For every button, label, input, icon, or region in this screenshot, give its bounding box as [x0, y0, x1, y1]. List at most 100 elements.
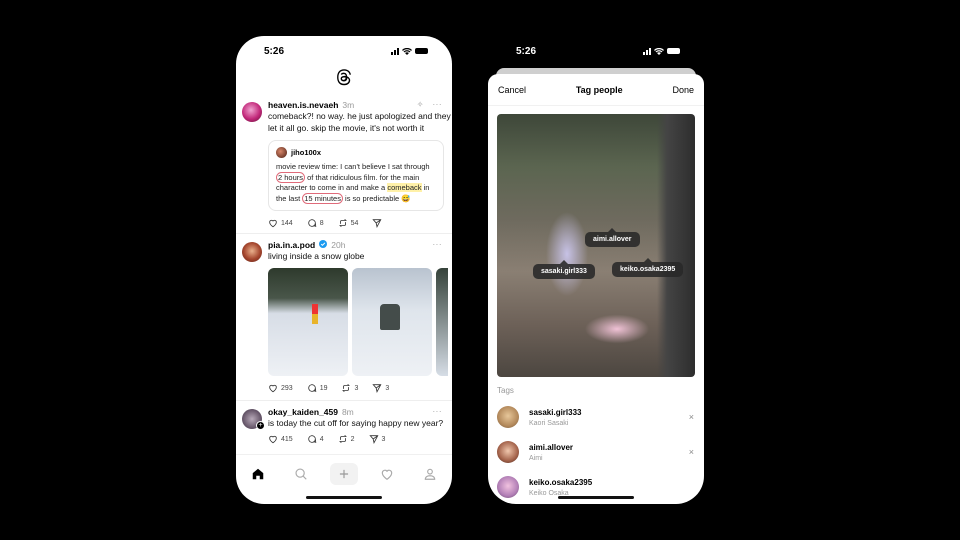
- verified-badge-icon: [319, 240, 328, 248]
- threads-feed-phone: 5:26 heaven.is.nevaeh 3m ✧ ··· comeback?…: [236, 36, 452, 504]
- heart-icon: [381, 469, 393, 480]
- quoted-post[interactable]: jiho100x movie review time: I can't beli…: [268, 140, 444, 211]
- post-time: 20h: [331, 240, 346, 250]
- post-actions: 293 19 3 3: [268, 383, 452, 393]
- post-username[interactable]: heaven.is.nevaeh: [268, 100, 338, 110]
- post-image-forest[interactable]: [436, 268, 448, 376]
- comment-icon: [307, 219, 316, 227]
- follow-plus-icon[interactable]: +: [256, 421, 265, 430]
- threads-logo-icon[interactable]: [335, 68, 353, 86]
- tag-username: aimi.allover: [529, 442, 574, 452]
- more-options-icon[interactable]: ···: [433, 407, 443, 416]
- post-header: heaven.is.nevaeh 3m: [268, 100, 452, 110]
- share-button[interactable]: 3: [368, 434, 386, 444]
- remove-tag-icon[interactable]: ×: [689, 412, 694, 422]
- done-button[interactable]: Done: [672, 85, 694, 95]
- share-count: 3: [381, 435, 386, 443]
- profile-icon: [425, 468, 436, 480]
- post-text: living inside a snow globe: [268, 251, 365, 261]
- share-count: 3: [385, 384, 390, 392]
- avatar: [497, 476, 519, 498]
- quoted-username[interactable]: jiho100x: [291, 148, 321, 157]
- plus-icon: [339, 469, 349, 478]
- tag-full-name: Aimi: [529, 454, 543, 462]
- feed-post[interactable]: pia.in.a.pod 20h ··· living inside a sno…: [236, 240, 452, 393]
- image-carousel[interactable]: [268, 268, 452, 376]
- photo-tag-chip[interactable]: aimi.allover: [585, 228, 640, 247]
- reply-count: 19: [319, 384, 328, 392]
- tab-create[interactable]: [329, 462, 358, 485]
- signal-icon: [643, 47, 651, 55]
- send-icon: [372, 384, 382, 393]
- feed-post[interactable]: heaven.is.nevaeh 3m ✧ ··· comeback?! no …: [236, 100, 452, 228]
- reply-count: 4: [319, 435, 324, 443]
- repost-icon: [338, 434, 347, 444]
- quoted-text: movie review time: I can't believe I sat…: [276, 162, 436, 204]
- repost-count: 3: [354, 384, 359, 392]
- post-image-snow-cannon[interactable]: [352, 268, 432, 376]
- tag-list-item[interactable]: aimi.allover Aimi ×: [497, 435, 694, 469]
- more-options-icon[interactable]: ···: [433, 100, 443, 109]
- repost-button[interactable]: 2: [338, 434, 355, 444]
- search-icon: [295, 467, 307, 480]
- like-count: 293: [281, 384, 293, 392]
- feed-post[interactable]: + okay_kaiden_459 8m ··· is today the cu…: [236, 407, 452, 444]
- send-icon: [368, 435, 378, 444]
- tag-info: keiko.osaka2395 Keiko Osaka: [529, 478, 592, 497]
- post-username[interactable]: pia.in.a.pod: [268, 240, 315, 250]
- tag-info: sasaki.girl333 Kaori Sasaki: [529, 408, 581, 427]
- like-button[interactable]: 144: [268, 218, 293, 228]
- post-time: 8m: [341, 407, 354, 417]
- repost-button[interactable]: 3: [341, 383, 358, 393]
- share-button[interactable]: 3: [372, 383, 389, 393]
- sheet-header: Cancel Tag people Done: [488, 74, 704, 106]
- post-text: comeback?! no way. he just apologized an…: [268, 111, 451, 133]
- wifi-icon: [402, 47, 412, 55]
- photo-tag-chip[interactable]: keiko.osaka2395: [612, 258, 684, 277]
- avatar: [497, 441, 519, 463]
- repost-count: 2: [350, 435, 355, 443]
- share-button[interactable]: [372, 218, 382, 228]
- annotated-text: 15 minutes: [302, 192, 343, 204]
- tab-search[interactable]: [287, 463, 315, 485]
- quoted-text-part: movie review time: I can't believe I sat…: [276, 162, 430, 171]
- avatar: [497, 406, 519, 428]
- like-button[interactable]: 293: [268, 383, 293, 393]
- photo-tag-chip[interactable]: sasaki.girl333: [533, 260, 595, 279]
- remove-tag-icon[interactable]: ×: [689, 447, 694, 457]
- reply-button[interactable]: 8: [307, 218, 324, 228]
- signal-icon: [391, 47, 399, 55]
- heart-icon: [269, 384, 277, 393]
- home-icon: [252, 468, 263, 479]
- repost-icon: [338, 218, 347, 228]
- reply-button[interactable]: 4: [307, 434, 324, 444]
- home-indicator: [306, 496, 382, 499]
- post-actions: 415 4 2 3: [268, 434, 452, 444]
- post-text: is today the cut off for saying happy ne…: [268, 418, 444, 428]
- repost-icon: [342, 383, 351, 393]
- comment-icon: [307, 384, 316, 392]
- like-button[interactable]: 415: [268, 434, 293, 444]
- tag-list-item[interactable]: sasaki.girl333 Kaori Sasaki ×: [497, 400, 694, 434]
- more-options-icon[interactable]: ···: [433, 240, 443, 249]
- tag-photo[interactable]: aimi.allover sasaki.girl333 keiko.osaka2…: [497, 114, 695, 377]
- post-actions: 144 8 54: [268, 218, 452, 228]
- cancel-button[interactable]: Cancel: [498, 85, 526, 95]
- tab-activity[interactable]: [373, 463, 401, 485]
- tab-profile[interactable]: [416, 463, 444, 485]
- heart-icon: [269, 435, 277, 444]
- divider: [236, 233, 452, 234]
- tab-home[interactable]: [244, 463, 272, 485]
- repost-button[interactable]: 54: [338, 218, 358, 228]
- avatar[interactable]: [242, 102, 262, 122]
- post-image-skier[interactable]: [268, 268, 348, 376]
- avatar[interactable]: [242, 242, 262, 262]
- status-bar: 5:26: [236, 36, 452, 66]
- battery-icon: [415, 48, 428, 54]
- tag-people-phone: 5:26 Cancel Tag people Done aimi.allover…: [488, 36, 704, 504]
- post-username[interactable]: okay_kaiden_459: [268, 407, 338, 417]
- like-count: 144: [281, 219, 293, 227]
- reply-button[interactable]: 19: [307, 383, 328, 393]
- home-indicator: [558, 496, 634, 499]
- avatar: [276, 147, 287, 158]
